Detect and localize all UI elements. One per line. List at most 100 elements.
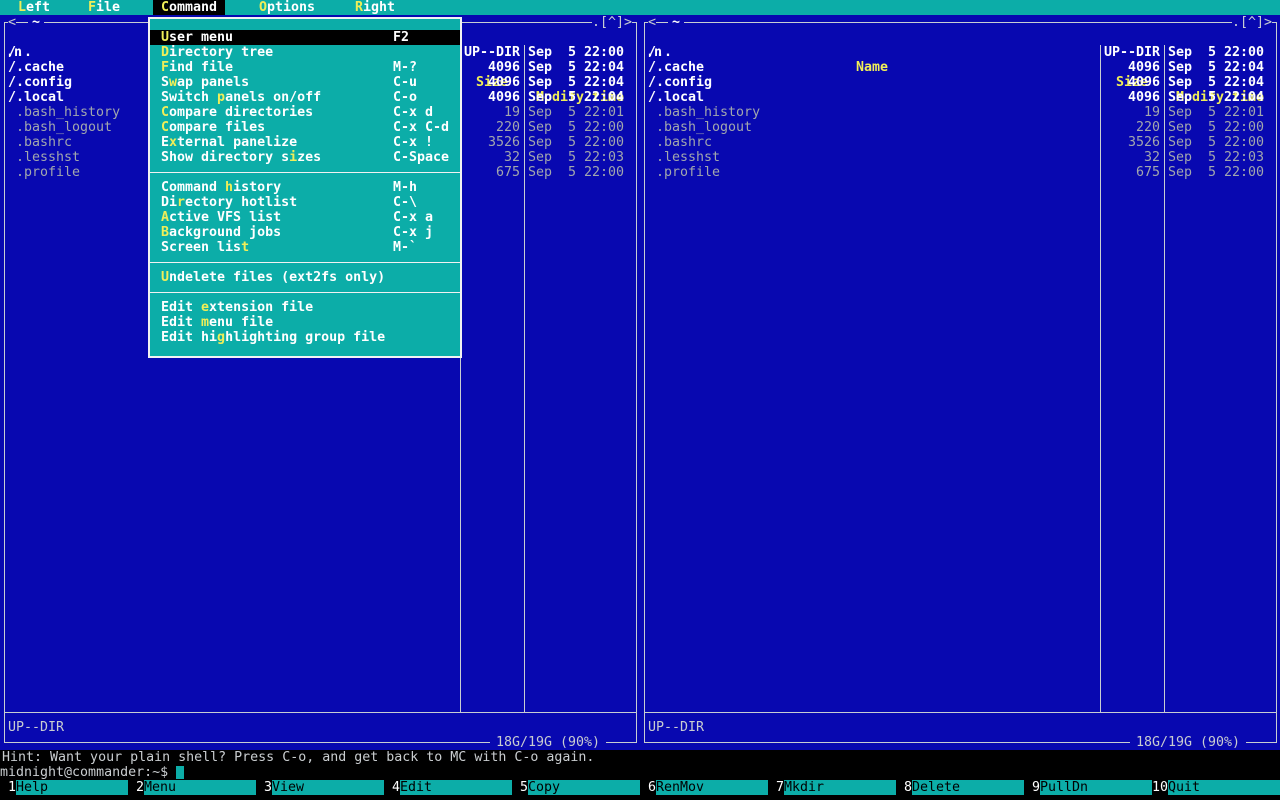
file-name: /.config xyxy=(648,75,713,90)
menu-item-label: Di xyxy=(161,195,178,210)
file-name: .bashrc xyxy=(16,135,73,150)
panel-border-top xyxy=(644,22,1277,23)
file-size: UP--DIR xyxy=(464,45,521,60)
menu-item-label: Switch xyxy=(161,90,218,105)
file-row[interactable]: .bash_logout 220 Sep 5 22:00 xyxy=(640,120,1280,135)
menu-item-label: Edit xyxy=(161,300,202,315)
fkey-mkdir[interactable]: 7 Mkdir xyxy=(768,780,896,795)
hint-line: Hint: Want your plain shell? Press C-o, … xyxy=(2,750,595,765)
menu-item-user-menu[interactable]: User menu F2 xyxy=(150,30,460,45)
file-row[interactable]: .profile 675 Sep 5 22:00 xyxy=(640,165,1280,180)
menu-item-hotkey-letter: w xyxy=(169,75,178,90)
fkey-number: 10 xyxy=(1152,780,1169,795)
fkey-quit[interactable]: 10 Quit xyxy=(1152,780,1280,795)
menu-item-switch-panels-on-off[interactable]: Switch panels on/off C-o xyxy=(150,90,460,105)
menubar-item-file[interactable]: File xyxy=(88,0,120,15)
file-size: 675 xyxy=(495,165,520,180)
file-row[interactable]: .lesshst 32 Sep 5 22:03 xyxy=(640,150,1280,165)
menubar-item-label: ile xyxy=(96,0,121,15)
fkey-help[interactable]: 1 Help xyxy=(0,780,128,795)
menu-item-hotkey-letter: m xyxy=(201,315,210,330)
menu-item-active-vfs-list[interactable]: Active VFS list C-x a xyxy=(150,210,460,225)
fkey-copy[interactable]: 5 Copy xyxy=(512,780,640,795)
panel-path[interactable]: ~ xyxy=(668,15,684,30)
menu-item-label: Screen lis xyxy=(161,240,242,255)
panel-controls-icon[interactable]: .[^]> xyxy=(1232,15,1272,30)
fkey-number: 7 xyxy=(775,780,784,795)
menu-item-background-jobs[interactable]: Background jobs C-x j xyxy=(150,225,460,240)
menu-item-hotkey-letter: C xyxy=(161,120,170,135)
panel-path[interactable]: ~ xyxy=(28,15,44,30)
menu-item-find-file[interactable]: Find file M-? xyxy=(150,60,460,75)
menu-item-shortcut: M-? xyxy=(393,60,418,75)
menu-item-label: ap panels xyxy=(177,75,250,90)
disk-usage: 18G/19G (90%) xyxy=(1130,735,1246,750)
file-row[interactable]: /.. UP--DIR Sep 5 22:00 xyxy=(640,45,1280,60)
menubar-hotkey-letter: F xyxy=(88,0,97,15)
file-name: .bashrc xyxy=(656,135,713,150)
menu-item-undelete-files[interactable]: Undelete files (ext2fs only) xyxy=(150,270,460,285)
fkey-view[interactable]: 3 View xyxy=(256,780,384,795)
menu-item-label: ackground jobs xyxy=(169,225,282,240)
function-key-bar: 1 Help 2 Menu 3 View 4 Edit 5 Copy 6 RenMov 7M… xyxy=(0,780,1280,795)
menu-item-screen-list[interactable]: Screen list M-` xyxy=(150,240,460,255)
file-name: /.local xyxy=(8,90,65,105)
file-size: 4096 xyxy=(1127,75,1160,90)
file-mtime: Sep 5 22:00 xyxy=(528,165,625,180)
file-row[interactable]: /.config 4096 Sep 5 22:04 xyxy=(640,75,1280,90)
fkey-renmov[interactable]: 6 RenMov xyxy=(640,780,768,795)
menu-item-compare-directories[interactable]: Compare directories C-x d xyxy=(150,105,460,120)
menubar-item-label: ight xyxy=(363,0,396,15)
shell-prompt[interactable]: midnight@commander:~$ xyxy=(0,765,168,780)
menu-item-hotkey-letter: t xyxy=(241,240,250,255)
menu-item-label: irectory tree xyxy=(169,45,274,60)
fkey-edit[interactable]: 4 Edit xyxy=(384,780,512,795)
file-mtime: Sep 5 22:00 xyxy=(1168,165,1265,180)
menu-item-command-history[interactable]: Command history M-h xyxy=(150,180,460,195)
menu-item-directory-tree[interactable]: Directory tree xyxy=(150,45,460,60)
file-mtime: Sep 5 22:00 xyxy=(528,120,625,135)
fkey-label: Quit xyxy=(1168,780,1280,795)
menubar-item-right[interactable]: Right xyxy=(355,0,395,15)
fkey-label: RenMov xyxy=(656,780,768,795)
menubar-item-label: eft xyxy=(26,0,51,15)
file-row[interactable]: /.cache 4096 Sep 5 22:04 xyxy=(640,60,1280,75)
history-back-icon[interactable]: < xyxy=(648,15,656,30)
menu-item-hotkey-letter: i xyxy=(289,150,298,165)
history-back-icon[interactable]: < xyxy=(8,15,16,30)
panel-controls-icon[interactable]: .[^]> xyxy=(592,15,632,30)
fkey-delete[interactable]: 8 Delete xyxy=(896,780,1024,795)
menubar-item-command[interactable]: Command xyxy=(153,0,225,15)
file-row[interactable]: .bashrc 3526 Sep 5 22:00 xyxy=(640,135,1280,150)
menu-item-hotkey-letter: e xyxy=(201,300,210,315)
menu-item-hotkey-letter: A xyxy=(161,210,170,225)
menu-item-hotkey-letter: U xyxy=(161,270,170,285)
file-size: 4096 xyxy=(1127,90,1160,105)
menu-item-swap-panels[interactable]: Swap panels C-u xyxy=(150,75,460,90)
fkey-pulldn[interactable]: 9 PullDn xyxy=(1024,780,1152,795)
fkey-label: Edit xyxy=(400,780,512,795)
menu-item-edit-extension-file[interactable]: Edit extension file xyxy=(150,300,460,315)
file-mtime: Sep 5 22:04 xyxy=(1168,75,1265,90)
menu-item-label: hlighting group file xyxy=(225,330,386,345)
menu-item-edit-menu-file[interactable]: Edit menu file xyxy=(150,315,460,330)
menubar-item-left[interactable]: Left xyxy=(18,0,50,15)
menu-item-external-panelize[interactable]: External panelize C-x ! xyxy=(150,135,460,150)
menu-item-hotkey-letter: r xyxy=(177,195,186,210)
menu-item-edit-highlighting-group-file[interactable]: Edit highlighting group file xyxy=(150,330,460,345)
fkey-menu[interactable]: 2 Menu xyxy=(128,780,256,795)
file-row[interactable]: /.local 4096 Sep 5 22:04 xyxy=(640,90,1280,105)
menu-item-show-directory-sizes[interactable]: Show directory sizes C-Space xyxy=(150,150,460,165)
file-size: UP--DIR xyxy=(1104,45,1161,60)
menu-item-compare-files[interactable]: Compare files C-x C-d xyxy=(150,120,460,135)
menubar-item-options[interactable]: Options xyxy=(259,0,315,15)
menu-item-directory-hotlist[interactable]: Directory hotlist C-\ xyxy=(150,195,460,210)
menu-item-label: xtension file xyxy=(209,300,314,315)
file-size: 19 xyxy=(503,105,520,120)
file-name: .profile xyxy=(656,165,721,180)
fkey-number: 4 xyxy=(391,780,400,795)
menu-item-hotkey-letter: p xyxy=(217,90,226,105)
mini-status: UP--DIR xyxy=(8,720,65,735)
file-row[interactable]: .bash_history 19 Sep 5 22:01 xyxy=(640,105,1280,120)
menu-item-shortcut: C-x j xyxy=(393,225,434,240)
